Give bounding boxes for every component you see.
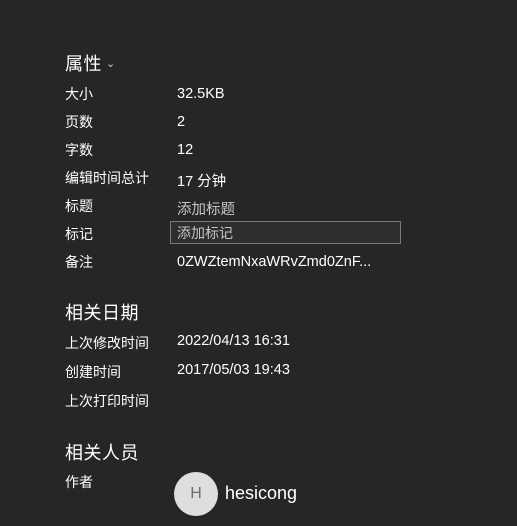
related-dates-title: 相关日期 bbox=[65, 303, 139, 323]
chevron-down-icon[interactable]: ⌄ bbox=[106, 57, 116, 70]
avatar[interactable]: H bbox=[174, 472, 218, 516]
properties-header[interactable]: 属性 ⌄ bbox=[65, 50, 116, 76]
related-people-title: 相关人员 bbox=[65, 443, 139, 463]
comments-label: 备注 bbox=[65, 254, 93, 270]
author-label: 作者 bbox=[65, 474, 93, 490]
edit-time-label: 编辑时间总计 bbox=[65, 170, 149, 186]
title-field[interactable]: 添加标题 bbox=[177, 198, 235, 219]
comments-field[interactable]: 0ZWZtemNxaWRvZmd0ZnF... bbox=[177, 254, 393, 270]
author-name[interactable]: hesicong bbox=[225, 483, 297, 504]
size-value: 32.5KB bbox=[177, 86, 225, 102]
word-count-value: 12 bbox=[177, 142, 194, 158]
tags-input[interactable]: 添加标记 bbox=[170, 221, 401, 244]
properties-title: 属性 bbox=[65, 54, 102, 74]
last-modified-value: 2022/04/13 16:31 bbox=[177, 333, 290, 349]
size-label: 大小 bbox=[65, 86, 93, 102]
created-value: 2017/05/03 19:43 bbox=[177, 362, 290, 378]
created-label: 创建时间 bbox=[65, 364, 121, 380]
word-count-label: 字数 bbox=[65, 142, 93, 158]
edit-time-value: 17 分钟 bbox=[177, 174, 227, 190]
last-modified-label: 上次修改时间 bbox=[65, 335, 149, 351]
tags-label: 标记 bbox=[65, 226, 93, 242]
last-printed-label: 上次打印时间 bbox=[65, 393, 149, 409]
title-label: 标题 bbox=[65, 198, 93, 214]
pages-value: 2 bbox=[177, 114, 186, 130]
pages-label: 页数 bbox=[65, 114, 93, 130]
